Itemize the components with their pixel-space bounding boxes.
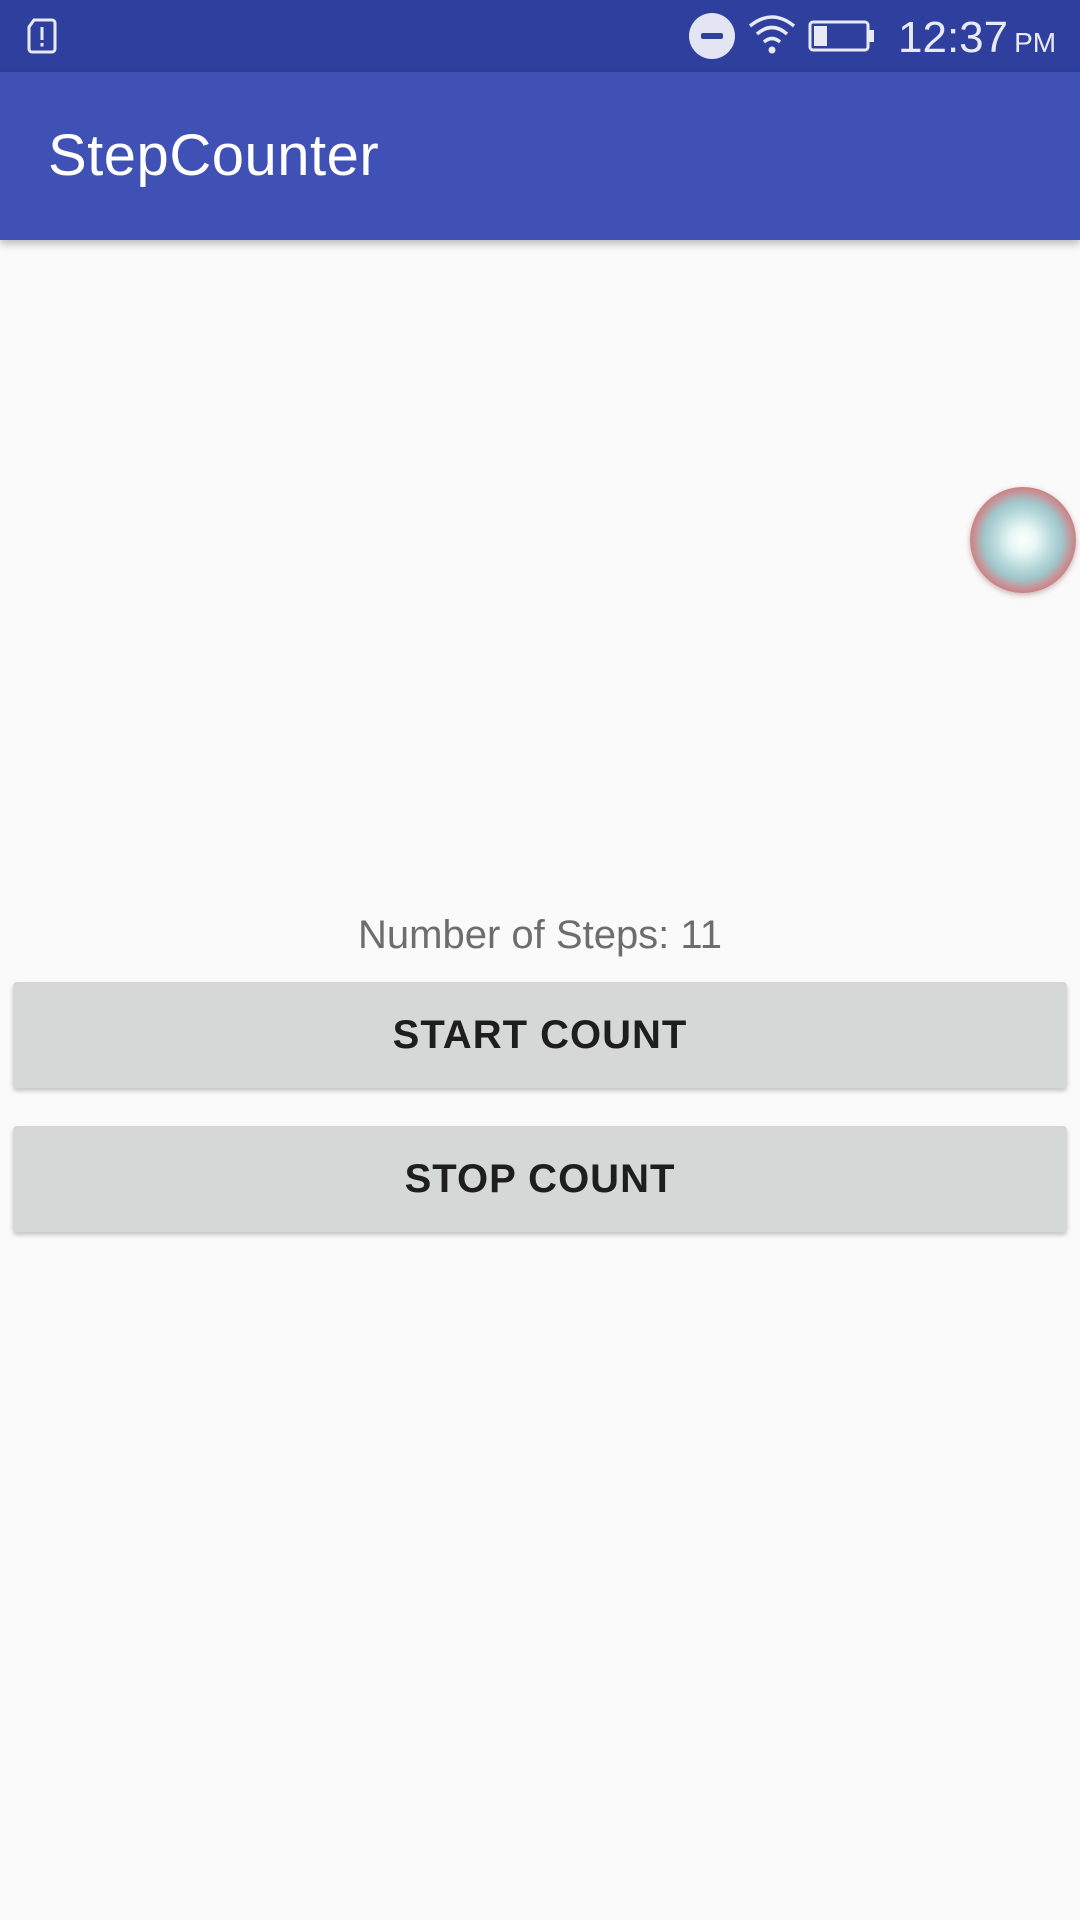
touch-indicator-icon xyxy=(970,487,1076,593)
steps-count-label: Number of Steps: 11 xyxy=(358,913,722,957)
start-count-button[interactable]: START COUNT xyxy=(13,982,1067,1088)
sim-alert-icon xyxy=(27,18,57,54)
stop-count-button[interactable]: STOP COUNT xyxy=(13,1126,1067,1232)
clock: 12:37 PM xyxy=(898,8,1056,68)
do-not-disturb-icon xyxy=(689,13,735,59)
app-bar: StepCounter xyxy=(0,72,1080,240)
wifi-icon xyxy=(748,15,796,54)
clock-time: 12:37 xyxy=(898,13,1009,62)
battery-icon xyxy=(808,20,874,52)
screen: 12:37 PM StepCounter Number of Steps: 11 … xyxy=(0,0,1080,1920)
clock-ampm: PM xyxy=(1014,27,1057,58)
status-bar: 12:37 PM xyxy=(0,0,1080,72)
app-title: StepCounter xyxy=(48,123,380,188)
